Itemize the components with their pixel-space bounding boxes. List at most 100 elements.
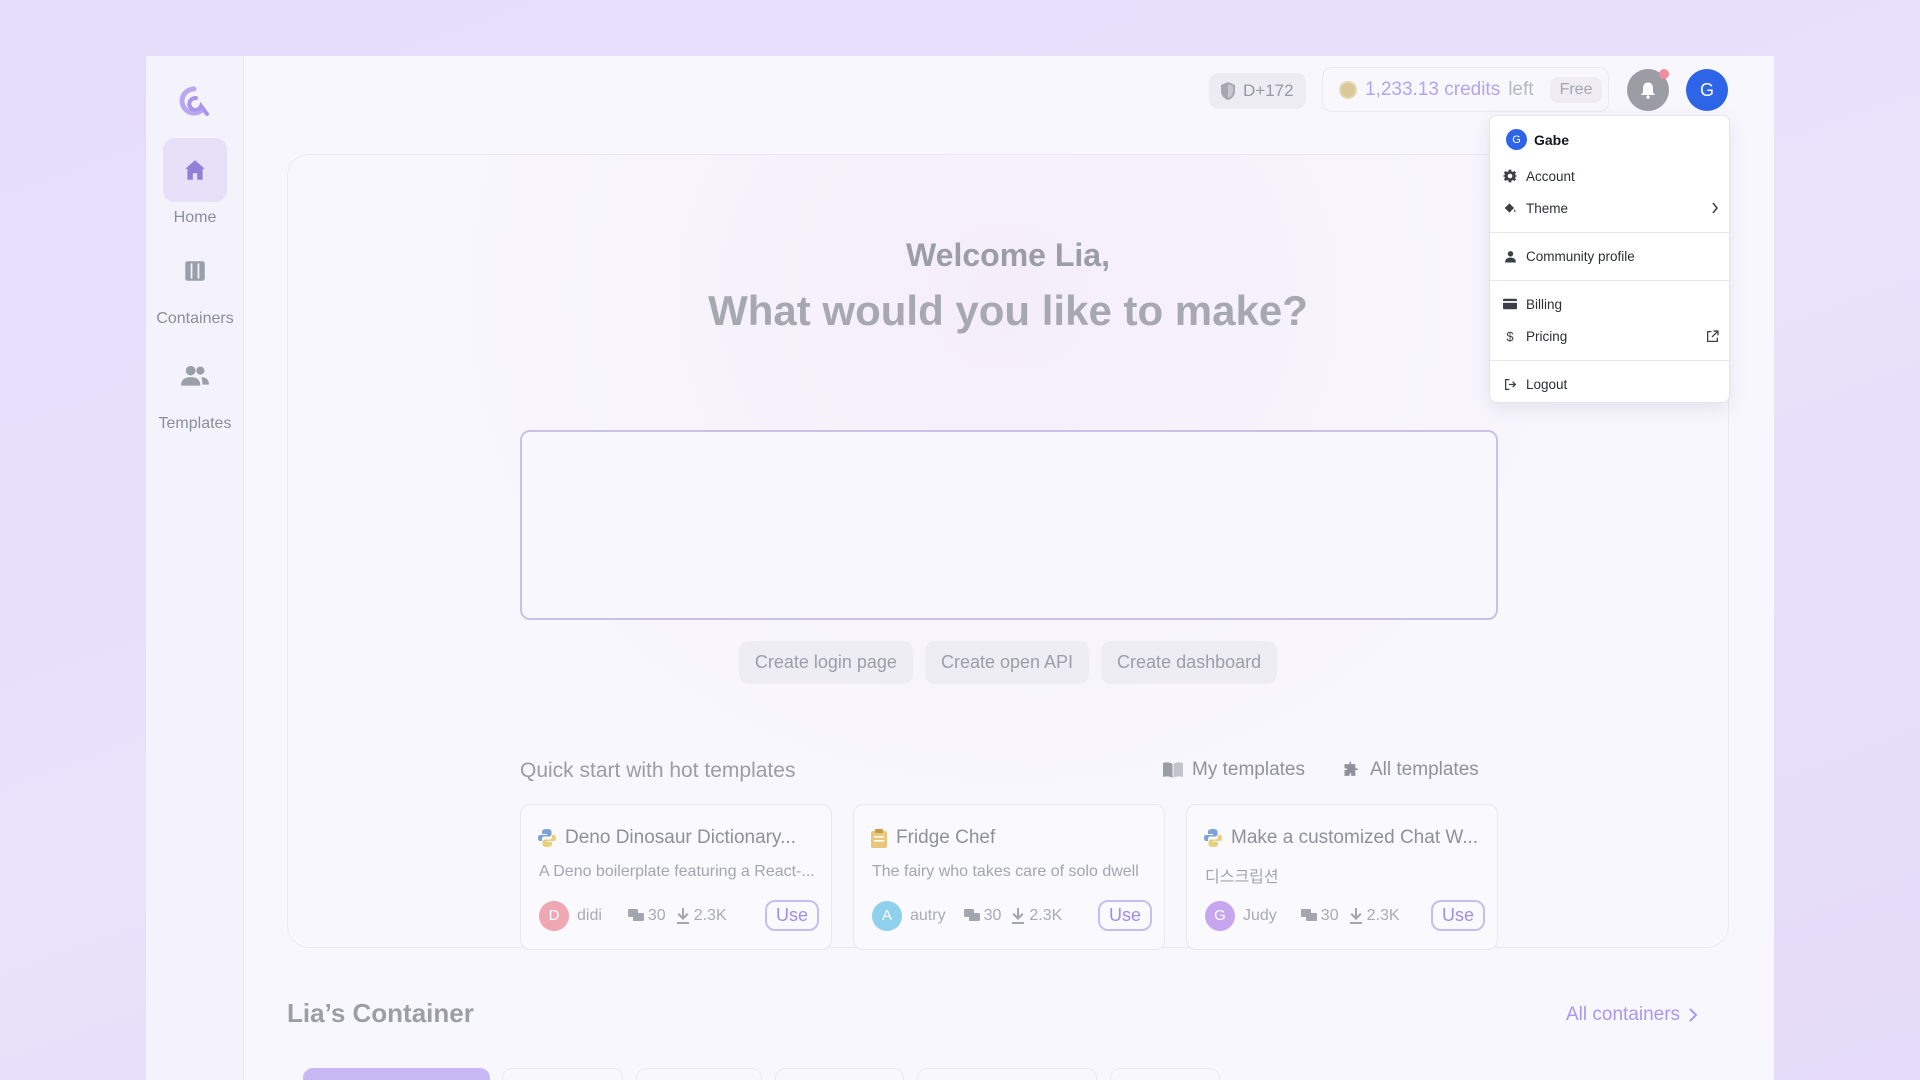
plan-badge: Free	[1549, 76, 1603, 103]
notification-dot	[1659, 69, 1669, 79]
user-avatar-button[interactable]: G	[1686, 69, 1728, 111]
quick-start-title: Quick start with hot templates	[520, 759, 796, 782]
sidebar-item-templates[interactable]: Templates	[146, 344, 244, 433]
sidebar-item-label: Templates	[158, 415, 232, 432]
menu-item-billing[interactable]: Billing	[1503, 293, 1719, 315]
suggestion-open-api[interactable]: Create open API	[924, 641, 1090, 684]
container-tab[interactable]	[502, 1068, 623, 1080]
download-icon	[1012, 907, 1025, 924]
use-template-button[interactable]: Use	[1430, 900, 1485, 931]
suggestion-login-page[interactable]: Create login page	[738, 641, 913, 684]
comments-icon	[627, 908, 644, 921]
menu-item-label: Billing	[1526, 296, 1563, 312]
gear-icon	[1503, 169, 1517, 183]
container-tab[interactable]	[917, 1068, 1097, 1080]
use-template-button[interactable]: Use	[764, 900, 819, 931]
people-icon	[163, 344, 227, 408]
chevron-right-icon	[1689, 1008, 1698, 1022]
streak-label: D+172	[1243, 81, 1294, 100]
downloads-count: 2.3K	[1349, 907, 1400, 925]
credits-suffix: left	[1508, 78, 1534, 100]
comments-count: 30	[1300, 907, 1339, 925]
sidebar-item-label: Home	[173, 209, 217, 226]
template-title-text: Fridge Chef	[896, 827, 996, 848]
template-description: A Deno boilerplate featuring a React-...	[539, 863, 815, 880]
template-card[interactable]: Fridge Chef The fairy who takes care of …	[853, 804, 1165, 950]
author-name: didi	[577, 906, 602, 924]
menu-item-logout[interactable]: Logout	[1503, 373, 1719, 395]
template-footer: G Judy 30 2.3K Use	[1205, 900, 1485, 931]
menu-user-name: Gabe	[1534, 131, 1570, 148]
menu-item-label: Community profile	[1526, 248, 1635, 264]
template-title-text: Make a customized Chat W...	[1231, 827, 1479, 848]
sidebar: Home Containers Templates	[146, 56, 244, 1080]
my-templates-link[interactable]: My templates	[1162, 759, 1305, 781]
use-template-button[interactable]: Use	[1097, 900, 1152, 931]
prompt-input[interactable]	[520, 430, 1498, 620]
downloads-count: 2.3K	[1011, 907, 1062, 925]
comments-count: 30	[627, 907, 666, 925]
template-card[interactable]: Deno Dinosaur Dictionary... A Deno boile…	[520, 804, 832, 950]
menu-divider	[1490, 360, 1729, 361]
containers-icon	[163, 239, 227, 303]
bell-icon	[1641, 82, 1655, 99]
all-templates-label: All templates	[1370, 759, 1479, 780]
author-avatar: G	[1205, 900, 1235, 931]
template-card[interactable]: Make a customized Chat W... 디스크립션 G Judy…	[1186, 804, 1498, 950]
puzzle-icon	[1344, 761, 1358, 776]
author-avatar: A	[872, 900, 902, 931]
container-tab[interactable]	[303, 1068, 490, 1080]
external-link-icon	[1706, 329, 1719, 343]
author-avatar: D	[539, 900, 569, 931]
template-footer: D didi 30 2.3K Use	[539, 900, 819, 931]
container-section-title: Lia’s Container	[287, 998, 474, 1028]
menu-item-account[interactable]: Account	[1503, 165, 1719, 187]
all-containers-link[interactable]: All containers	[1566, 1004, 1698, 1026]
shield-icon	[1221, 82, 1235, 100]
template-title: Make a customized Chat W...	[1203, 827, 1478, 849]
sidebar-item-home[interactable]: Home	[146, 138, 244, 227]
comments-count: 30	[963, 907, 1001, 925]
notifications-button[interactable]	[1627, 69, 1669, 111]
downloads-count: 2.3K	[676, 907, 727, 925]
logo-icon[interactable]	[176, 84, 212, 120]
all-containers-label: All containers	[1566, 1004, 1681, 1025]
clipboard-icon	[871, 829, 887, 848]
menu-divider	[1490, 280, 1729, 281]
menu-item-theme[interactable]: Theme	[1503, 197, 1719, 219]
sidebar-item-containers[interactable]: Containers	[146, 239, 244, 328]
author-name: Judy	[1243, 906, 1277, 924]
comments-icon	[963, 908, 980, 921]
python-icon	[538, 829, 556, 847]
my-templates-label: My templates	[1192, 759, 1305, 780]
template-title-text: Deno Dinosaur Dictionary...	[565, 827, 796, 848]
template-title: Deno Dinosaur Dictionary...	[537, 827, 796, 849]
book-icon	[1163, 762, 1183, 778]
template-description: The fairy who takes care of solo dwell	[872, 863, 1139, 880]
template-footer: A autry 30 2.3K Use	[872, 900, 1152, 931]
menu-item-community-profile[interactable]: Community profile	[1503, 245, 1719, 267]
menu-item-label: Logout	[1526, 376, 1568, 392]
user-menu: G Gabe Account Theme Community profile B…	[1489, 115, 1730, 403]
all-templates-link[interactable]: All templates	[1342, 759, 1479, 781]
streak-badge: D+172	[1209, 73, 1306, 109]
menu-item-pricing[interactable]: $ Pricing	[1503, 325, 1719, 347]
paint-bucket-icon	[1503, 201, 1517, 215]
template-title: Fridge Chef	[870, 827, 995, 849]
home-icon	[163, 138, 227, 202]
container-tab[interactable]	[1110, 1068, 1220, 1080]
credits-display[interactable]: 1,233.13 credits left Free	[1322, 67, 1609, 112]
suggestion-dashboard[interactable]: Create dashboard	[1101, 641, 1278, 684]
python-icon	[1204, 829, 1222, 847]
logout-icon	[1503, 377, 1517, 391]
dollar-icon: $	[1506, 328, 1514, 344]
person-icon	[1503, 249, 1517, 263]
template-description: 디스크립션	[1205, 869, 1279, 886]
chevron-right-icon	[1711, 202, 1719, 214]
credits-value: 1,233.13 credits	[1365, 78, 1501, 100]
container-tab[interactable]	[636, 1068, 762, 1080]
menu-divider	[1490, 232, 1729, 233]
menu-user-header: G Gabe	[1506, 129, 1569, 150]
download-icon	[1349, 907, 1362, 924]
container-tab[interactable]	[775, 1068, 904, 1080]
